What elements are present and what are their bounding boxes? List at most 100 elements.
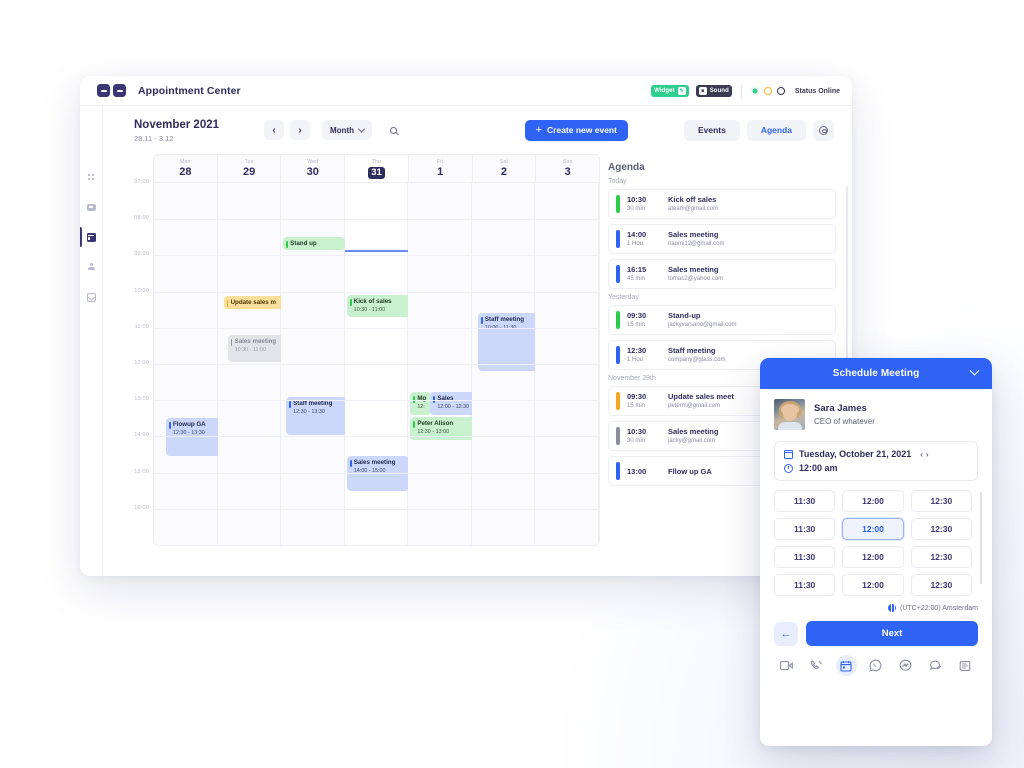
tab-agenda[interactable]: Agenda <box>746 119 806 141</box>
day-header-cell[interactable]: Thu 31 <box>345 155 409 182</box>
calendar-event[interactable]: Mg 12: <box>410 392 432 415</box>
status-dot-gray[interactable] <box>776 87 785 95</box>
time-slot-button[interactable]: 12:30 <box>910 490 972 512</box>
tab-events[interactable]: Events <box>683 119 740 141</box>
day-header-cell[interactable]: Wed 30 <box>281 155 346 182</box>
chevron-down-icon[interactable] <box>969 365 980 376</box>
globe-icon <box>888 604 896 612</box>
date-next-button[interactable]: › <box>926 450 929 459</box>
hour-gridline <box>154 219 599 221</box>
time-slot-button[interactable]: 12:30 <box>910 518 972 540</box>
left-rail <box>80 106 103 576</box>
agenda-duration: 30 min <box>627 438 646 444</box>
status-dot-amber[interactable] <box>763 87 772 95</box>
selected-date: Tuesday, October 21, 2021 <box>799 449 912 459</box>
day-header-cell[interactable]: Sun 3 <box>536 155 599 182</box>
view-select[interactable]: Month <box>322 120 372 140</box>
video-camera-icon[interactable] <box>776 655 797 676</box>
agenda-time: 14:00 <box>627 230 647 239</box>
date-nav[interactable]: ‹ › <box>920 450 928 459</box>
date-prev-button[interactable]: ‹ <box>920 450 923 459</box>
calendar-event[interactable]: Stand up <box>283 237 346 250</box>
agenda-time: 16:15 <box>627 265 647 274</box>
agenda-detail-block: Stand-up jackyvarsano@gmail.com <box>668 311 736 329</box>
agenda-scrollbar[interactable] <box>845 186 848 374</box>
prev-month-button[interactable]: ‹ <box>264 120 284 140</box>
calendar-body[interactable]: Flowup GA 12:30 - 13:30 Update sales m Sale… <box>154 183 599 545</box>
day-header-cell[interactable]: Sat 2 <box>473 155 537 182</box>
rail-item-contacts[interactable] <box>80 260 103 274</box>
day-of-week: Tue <box>244 158 254 165</box>
speaker-icon: ■ <box>698 87 707 95</box>
modal-body: Sara James CEO of whatever Tuesday, Octo… <box>760 389 992 612</box>
time-slot-button[interactable]: 12:30 <box>910 574 972 596</box>
calendar-event[interactable]: Kick of sales 10:30 - 11:00 <box>346 295 413 317</box>
calendar-icon[interactable] <box>835 655 857 676</box>
time-slot-button[interactable]: 12:00 <box>842 490 904 512</box>
event-color-bar <box>286 241 288 248</box>
sound-badge[interactable]: ■ Sound <box>695 85 732 97</box>
document-icon[interactable] <box>955 655 976 676</box>
calendar-event[interactable]: Update sales m <box>223 296 286 309</box>
agenda-color-bar <box>616 265 620 283</box>
time-slot-button[interactable]: 11:30 <box>774 546 836 568</box>
whatsapp-icon[interactable] <box>865 655 886 676</box>
rail-item-archive[interactable] <box>80 290 103 304</box>
agenda-duration: 1 Hou <box>627 241 644 247</box>
event-title: Update sales m <box>230 299 276 306</box>
slots-scrollbar[interactable] <box>979 492 982 584</box>
chat-bubble-icon[interactable] <box>925 655 946 676</box>
title-bar-right: Widget ✎ ■ Sound Status Online <box>651 76 840 106</box>
agenda-time: 10:30 <box>627 427 647 436</box>
day-header-cell[interactable]: Mon 28 <box>154 155 218 182</box>
time-slot-button[interactable]: 11:30 <box>774 490 836 512</box>
messenger-icon[interactable] <box>895 655 916 676</box>
calendar-toolbar: November 2021 28.11 - 3.12 ‹ › Month + C… <box>103 106 852 154</box>
event-title: Mg <box>417 395 427 402</box>
time-row[interactable]: 12:00 am <box>784 463 968 473</box>
agenda-detail-block: Fllow up GA <box>668 467 712 476</box>
time-slot-button[interactable]: 12:00 <box>842 546 904 568</box>
calendar-grid: Mon 28 Tue 29 Wed 30 Thu 31 Fri 1 Sat 2 Sun 3 Flowup … <box>153 154 600 546</box>
widget-badge[interactable]: Widget ✎ <box>651 85 689 97</box>
time-slot-button[interactable]: 11:30 <box>774 574 836 596</box>
date-row[interactable]: Tuesday, October 21, 2021 ‹ › <box>784 449 968 459</box>
time-slot-button[interactable]: 12:00 <box>842 574 904 596</box>
current-time-indicator <box>344 250 409 252</box>
day-of-week: Sat <box>499 158 508 165</box>
agenda-item[interactable]: 16:15 45 min Sales meeting tomas2@yahoo.com <box>608 259 836 289</box>
agenda-time: 10:30 <box>627 195 647 204</box>
agenda-color-bar <box>616 392 620 410</box>
time-slot-button[interactable]: 11:30 <box>774 518 836 540</box>
rail-item-apps[interactable] <box>80 170 103 184</box>
time-label: 11:00 <box>134 323 149 330</box>
app-body: November 2021 28.11 - 3.12 ‹ › Month + C… <box>80 106 852 576</box>
rail-item-inbox[interactable] <box>80 200 103 214</box>
search-button[interactable] <box>384 121 402 139</box>
next-month-button[interactable]: › <box>290 120 310 140</box>
phone-icon[interactable] <box>806 655 827 676</box>
status-dot-green[interactable] <box>750 87 759 95</box>
status-dots[interactable] <box>750 87 785 95</box>
agenda-time-block: 13:00 <box>627 467 661 476</box>
calendar-event[interactable]: Staff meeting 12:30 - 13:30 <box>286 397 349 435</box>
settings-button[interactable] <box>813 119 834 141</box>
day-of-week: Sun <box>562 158 573 165</box>
agenda-color-bar <box>616 462 620 480</box>
time-slot-button[interactable]: 12:30 <box>910 546 972 568</box>
event-color-bar <box>349 460 352 467</box>
back-button[interactable]: ← <box>774 621 798 646</box>
rail-item-calendar[interactable] <box>80 227 103 247</box>
calendar-event[interactable]: Staff meeting10:00 - 11:30 <box>477 313 540 371</box>
agenda-group-label: Yesterday <box>608 294 639 301</box>
day-header-cell[interactable]: Tue 29 <box>218 155 282 182</box>
create-new-event-button[interactable]: + Create new event <box>524 119 628 141</box>
search-icon <box>389 126 397 134</box>
next-button[interactable]: Next <box>806 621 978 646</box>
agenda-item[interactable]: 10:30 30 min Kick off sales ateam@gmail.com <box>608 189 836 219</box>
day-header-cell[interactable]: Fri 1 <box>409 155 473 182</box>
agenda-time-block: 10:30 30 min <box>627 195 661 213</box>
time-slot-button[interactable]: 12:00 <box>842 518 904 540</box>
agenda-item[interactable]: 09:30 15 min Stand-up jackyvarsano@gmail.co… <box>608 305 836 335</box>
agenda-item[interactable]: 14:00 1 Hou Sales meeting naomi12@gmail.com <box>608 224 836 254</box>
